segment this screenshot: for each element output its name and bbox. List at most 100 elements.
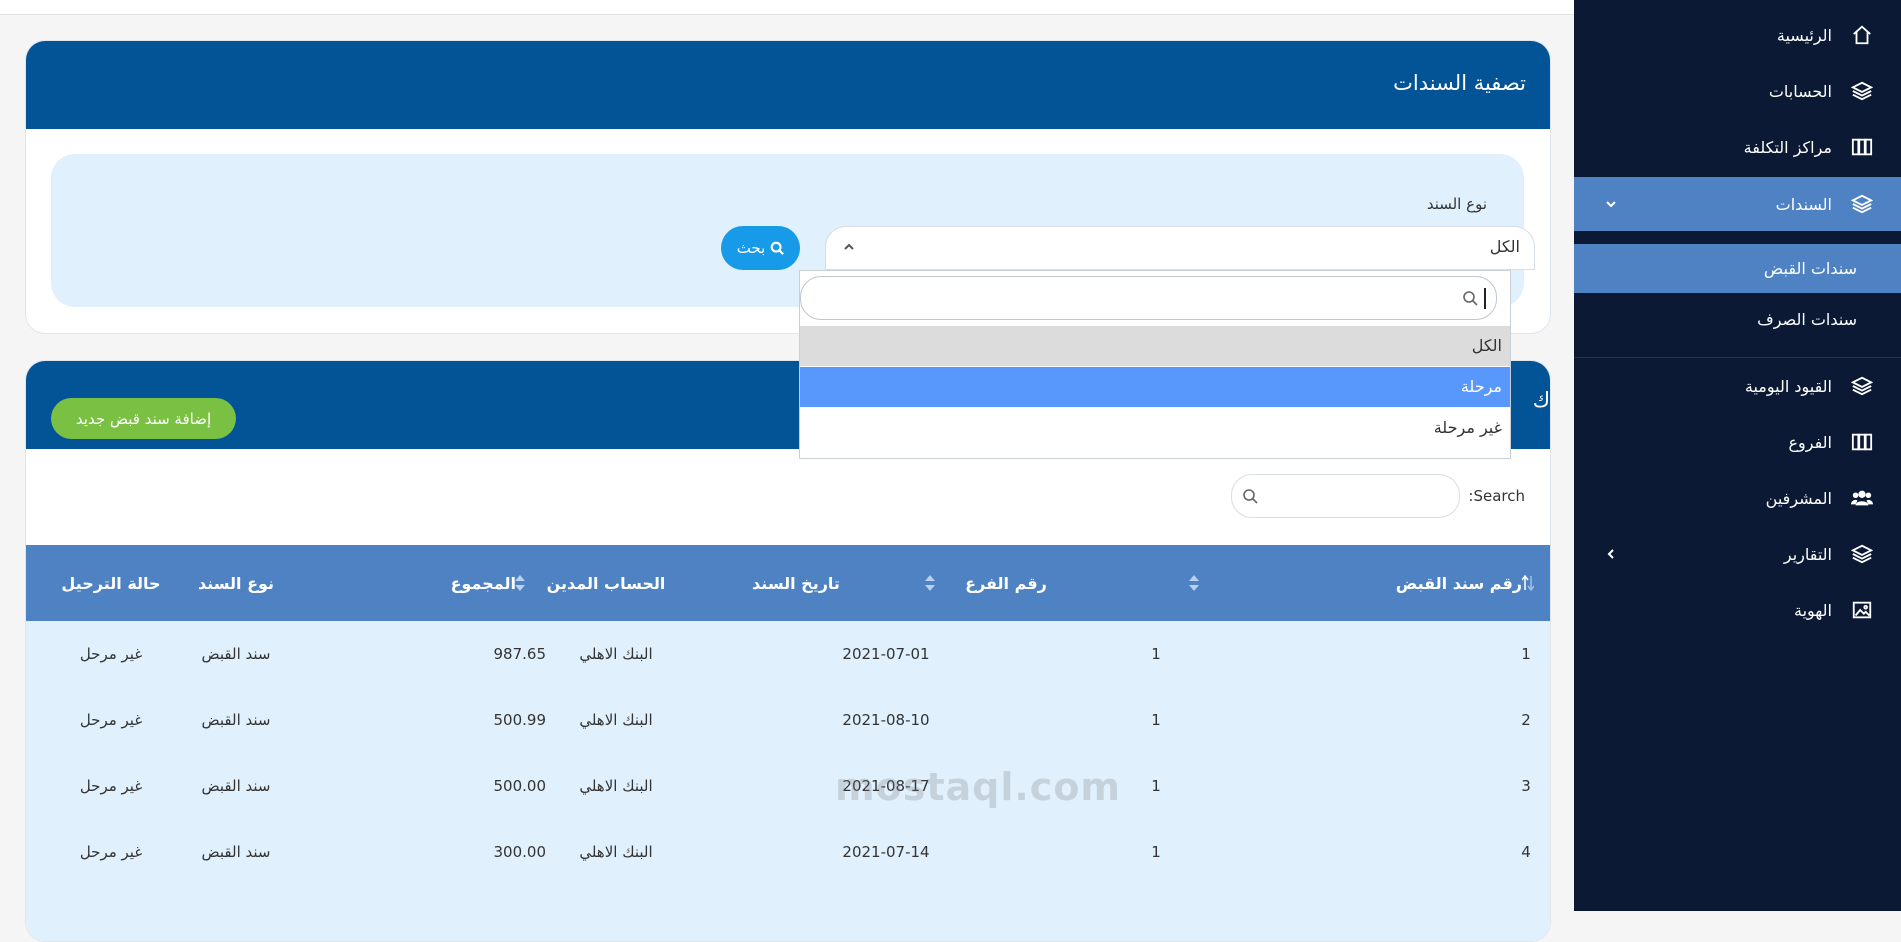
sidebar: الرئيسية الحسابات مراكز التكلفة السندات …: [1574, 0, 1901, 911]
search-icon: [1463, 291, 1478, 306]
dropdown-option-posted[interactable]: مرحلة: [800, 367, 1510, 407]
home-icon: [1850, 23, 1874, 47]
cell-debit-account: البنك الاهلي: [579, 711, 653, 729]
columns-icon: [1850, 430, 1874, 454]
cell-posting-status: غير مرحل: [79, 843, 143, 861]
sort-icon[interactable]: [1188, 574, 1200, 592]
sidebar-subitem-label: سندات القبض: [1763, 259, 1857, 278]
cell-total: 300.00: [493, 843, 547, 861]
sidebar-item-label: السندات: [1775, 194, 1832, 214]
column-header-debit-account[interactable]: الحساب المدين: [546, 545, 666, 621]
chevron-left-icon: [1607, 549, 1614, 559]
cell-posting-status: غير مرحل: [79, 711, 143, 729]
table-row[interactable]: 2 1 2021-08-10 البنك الاهلي 500.99 سند ا…: [26, 687, 1550, 754]
column-header-date[interactable]: تاريخ السند: [716, 545, 876, 621]
top-bar: [0, 0, 1574, 15]
sidebar-item-label: التقارير: [1783, 544, 1832, 564]
table-row[interactable]: 4 1 2021-07-14 البنك الاهلي 300.00 سند ا…: [26, 819, 1550, 886]
search-icon: [1243, 489, 1258, 504]
table-card-title: ك: [1532, 388, 1550, 412]
table-search-input[interactable]: [1231, 474, 1461, 518]
cell-branch-no: 1: [1151, 711, 1161, 729]
table-search-label: Search:: [1468, 487, 1525, 505]
users-icon: [1850, 486, 1874, 510]
table-header: رقم سند القبض رقم الفرع تاريخ السند الحس…: [26, 545, 1550, 621]
dropdown-option-all[interactable]: الكل: [800, 326, 1510, 366]
sidebar-item-supervisors[interactable]: المشرفين: [1574, 471, 1901, 525]
filter-card-header: تصفية السندات: [26, 41, 1550, 129]
cell-date: 2021-08-10: [842, 711, 930, 729]
sidebar-subitem-payments[interactable]: سندات الصرف: [1574, 295, 1901, 344]
cell-branch-no: 1: [1151, 843, 1161, 861]
sidebar-item-cost-centers[interactable]: مراكز التكلفة: [1574, 120, 1901, 174]
sort-asc-icon[interactable]: [1522, 574, 1534, 592]
select-value: الكل: [1489, 237, 1520, 256]
column-header-posting-status[interactable]: حالة الترحيل: [61, 545, 161, 621]
chevron-up-icon: [844, 243, 854, 250]
cell-debit-account: البنك الاهلي: [579, 843, 653, 861]
column-header-total[interactable]: المجموع: [406, 545, 516, 621]
voucher-type-dropdown: الكل مرحلة غير مرحلة: [799, 270, 1511, 459]
cell-date: 2021-07-14: [842, 843, 930, 861]
cell-debit-account: البنك الاهلي: [579, 777, 653, 795]
table-search: Search:: [1231, 474, 1525, 518]
sidebar-item-label: المشرفين: [1765, 488, 1832, 508]
column-header-branch-no[interactable]: رقم الفرع: [826, 545, 1186, 621]
layers-icon: [1850, 79, 1874, 103]
chevron-down-icon: [1606, 201, 1616, 208]
layers-icon: [1850, 542, 1874, 566]
image-icon: [1850, 598, 1874, 622]
sidebar-item-label: الرئيسية: [1776, 25, 1832, 45]
layers-icon: [1850, 192, 1874, 216]
cell-voucher-type: سند القبض: [201, 711, 271, 729]
sidebar-item-branches[interactable]: الفروع: [1574, 415, 1901, 469]
cell-debit-account: البنك الاهلي: [579, 645, 653, 663]
sidebar-item-home[interactable]: الرئيسية: [1574, 8, 1901, 62]
cell-date: 2021-07-01: [842, 645, 930, 663]
sidebar-item-identity[interactable]: الهوية: [1574, 583, 1901, 637]
sidebar-item-label: مراكز التكلفة: [1743, 137, 1832, 157]
cell-branch-no: 1: [1151, 645, 1161, 663]
sort-icon[interactable]: [514, 574, 526, 592]
cell-receipt-no: 3: [1521, 777, 1531, 795]
table-row[interactable]: [26, 885, 1550, 941]
sidebar-item-journal[interactable]: القيود اليومية: [1574, 359, 1901, 413]
cell-total: 987.65: [493, 645, 547, 663]
voucher-type-select[interactable]: الكل: [825, 226, 1535, 270]
table-row[interactable]: 3 1 2021-08-17 البنك الاهلي 500.00 سند ا…: [26, 753, 1550, 820]
table-row[interactable]: 1 1 2021-07-01 البنك الاهلي 987.65 سند ا…: [26, 621, 1550, 688]
cell-branch-no: 1: [1151, 777, 1161, 795]
sidebar-item-accounts[interactable]: الحسابات: [1574, 64, 1901, 118]
cell-voucher-type: سند القبض: [201, 843, 271, 861]
column-header-receipt-no[interactable]: رقم سند القبض: [1186, 545, 1536, 621]
cell-posting-status: غير مرحل: [79, 645, 143, 663]
sidebar-item-reports[interactable]: التقارير: [1574, 527, 1901, 581]
dropdown-option-not-posted[interactable]: غير مرحلة: [800, 408, 1510, 448]
cell-receipt-no: 2: [1521, 711, 1531, 729]
cell-voucher-type: سند القبض: [201, 777, 271, 795]
sidebar-item-label: الهوية: [1794, 600, 1832, 620]
sidebar-item-label: الحسابات: [1768, 81, 1832, 101]
sidebar-item-vouchers[interactable]: السندات: [1574, 177, 1901, 231]
cell-voucher-type: سند القبض: [201, 645, 271, 663]
cell-posting-status: غير مرحل: [79, 777, 143, 795]
cell-total: 500.00: [493, 777, 547, 795]
cell-receipt-no: 4: [1521, 843, 1531, 861]
cell-total: 500.99: [493, 711, 547, 729]
add-receipt-button[interactable]: إضافة سند قبض جديد: [51, 398, 236, 439]
sidebar-subitem-label: سندات الصرف: [1757, 310, 1857, 329]
layers-icon: [1850, 374, 1874, 398]
sidebar-subitem-receipts[interactable]: سندات القبض: [1574, 244, 1901, 293]
column-header-voucher-type[interactable]: نوع السند: [166, 545, 306, 621]
cell-receipt-no: 1: [1521, 645, 1531, 663]
dropdown-search-input[interactable]: [800, 276, 1497, 320]
search-icon: [770, 241, 785, 255]
search-button[interactable]: بحث: [721, 226, 800, 270]
voucher-type-label: نوع السند: [1426, 195, 1487, 213]
search-button-label: بحث: [736, 239, 766, 257]
columns-icon: [1850, 135, 1874, 159]
sidebar-item-label: الفروع: [1788, 432, 1832, 452]
watermark: mostaql.com: [835, 765, 1122, 809]
text-cursor: [1484, 288, 1486, 309]
sort-icon[interactable]: [924, 574, 936, 592]
